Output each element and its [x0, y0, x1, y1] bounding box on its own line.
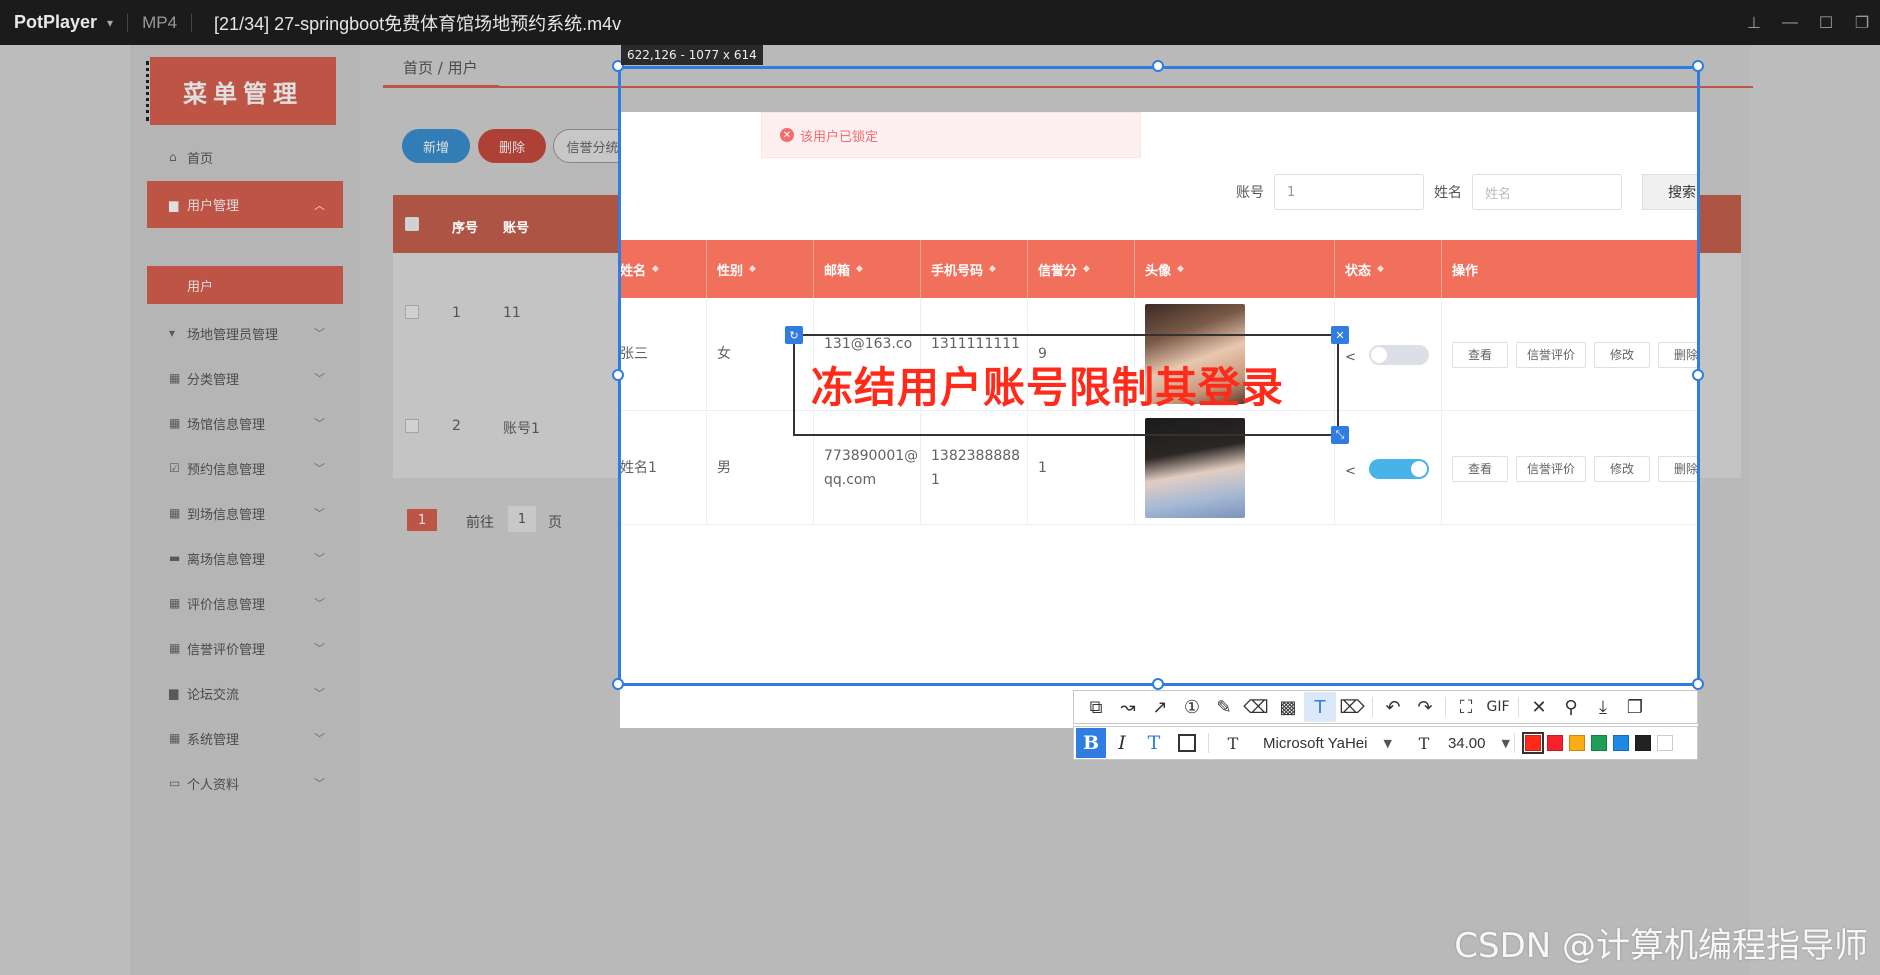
number-icon[interactable]: ① [1176, 692, 1208, 722]
app-name[interactable]: PotPlayer [14, 12, 97, 33]
chevron-down-icon[interactable]: ▾ [107, 16, 113, 30]
download-icon[interactable]: ⤓ [1587, 692, 1619, 722]
record-icon[interactable]: ⛶ [1450, 692, 1482, 722]
resize-handle-icon[interactable] [1152, 60, 1164, 72]
italic-button[interactable]: I [1106, 728, 1138, 758]
arrow-icon[interactable]: ↗ [1144, 692, 1176, 722]
chevron-down-icon[interactable]: ▼ [1502, 737, 1510, 750]
close-icon[interactable]: ✕ [1523, 692, 1555, 722]
capture-selection-frame[interactable] [618, 66, 1700, 686]
color-swatch-green[interactable] [1590, 735, 1607, 751]
color-swatch-red[interactable] [1546, 735, 1563, 751]
capture-toolbar: ⧉ ↝ ↗ ① ✎ ⌫ ▩ T ⌦ ↶ ↷ ⛶ GIF ✕ ⚲ ⤓ ❐ [1073, 690, 1698, 724]
highlighter-icon[interactable]: ⌫ [1240, 692, 1272, 722]
header-account[interactable]: 账号 [503, 217, 529, 236]
redo-icon[interactable]: ↷ [1409, 692, 1441, 722]
window-title: [21/34] 27-springboot免费体育馆场地预约系统.m4v [214, 13, 622, 34]
color-swatch-blue[interactable] [1612, 735, 1629, 751]
capture-size-label: 622,126 - 1077 x 614 [621, 45, 763, 65]
window-controls: ⊥ — ☐ ❐ [1736, 0, 1880, 45]
minimize-icon[interactable]: — [1772, 14, 1808, 32]
cell-account: 11 [503, 305, 521, 321]
color-swatch-white[interactable] [1656, 735, 1673, 751]
cell-index: 1 [452, 305, 461, 321]
mosaic-icon[interactable]: ▩ [1272, 692, 1304, 722]
text-icon[interactable]: T [1304, 692, 1336, 722]
color-swatch-yellow[interactable] [1568, 735, 1585, 751]
bold-button[interactable]: B [1076, 728, 1106, 758]
font-icon: T [1227, 733, 1239, 753]
divider [1513, 733, 1515, 753]
font-family-select[interactable]: Microsoft YaHei [1263, 735, 1367, 752]
resize-handle-icon[interactable] [1692, 678, 1704, 690]
color-swatch-red-selected[interactable] [1521, 732, 1544, 754]
divider [191, 13, 193, 32]
fill-background-checkbox[interactable] [1178, 734, 1196, 752]
polyline-icon[interactable]: ↝ [1112, 692, 1144, 722]
maximize-icon[interactable]: ☐ [1808, 13, 1844, 33]
divider [1372, 697, 1373, 717]
cell-account: 账号1 [503, 421, 540, 437]
color-swatch-black[interactable] [1634, 735, 1651, 751]
divider [1445, 697, 1446, 717]
cell-index: 2 [452, 418, 461, 434]
undo-icon[interactable]: ↶ [1377, 692, 1409, 722]
restore-icon[interactable]: ❐ [1844, 13, 1880, 33]
font-size-icon: T [1418, 733, 1430, 753]
text-format-toolbar: B I T T Microsoft YaHei ▼ T 34.00 ▼ [1073, 726, 1698, 760]
watermark: CSDN @计算机编程指导师 [1454, 926, 1868, 966]
resize-handle-icon[interactable] [612, 678, 624, 690]
header-index[interactable]: 序号 [452, 217, 478, 236]
player-titlebar: PotPlayer ▾ MP4 [21/34] 27-springboot免费体… [0, 0, 1880, 45]
resize-handle-icon[interactable] [612, 369, 624, 381]
resize-handle-icon[interactable] [1692, 60, 1704, 72]
pin-icon[interactable]: ⚲ [1555, 692, 1587, 722]
shape-icon[interactable]: ⧉ [1080, 692, 1112, 722]
resize-handle-icon[interactable] [1152, 678, 1164, 690]
divider [1518, 697, 1519, 717]
video-frame: 菜单管理 ⌂ 首页 ▆ 用户管理 ︿ 用户 ▾ 场地管理员管理 ﹀ ▦ 分类管理… [0, 45, 1880, 975]
pen-icon[interactable]: ✎ [1208, 692, 1240, 722]
divider [1208, 733, 1209, 753]
font-size-select[interactable]: 34.00 [1448, 735, 1486, 752]
format-label: MP4 [142, 12, 178, 32]
resize-handle-icon[interactable] [1692, 369, 1704, 381]
eraser-icon[interactable]: ⌦ [1336, 692, 1368, 722]
chevron-down-icon[interactable]: ▼ [1383, 737, 1391, 750]
copy-icon[interactable]: ❐ [1619, 692, 1651, 722]
pin-icon[interactable]: ⊥ [1736, 13, 1772, 33]
outline-text-button[interactable]: T [1138, 728, 1170, 758]
gif-icon[interactable]: GIF [1482, 692, 1514, 722]
divider [127, 13, 129, 32]
